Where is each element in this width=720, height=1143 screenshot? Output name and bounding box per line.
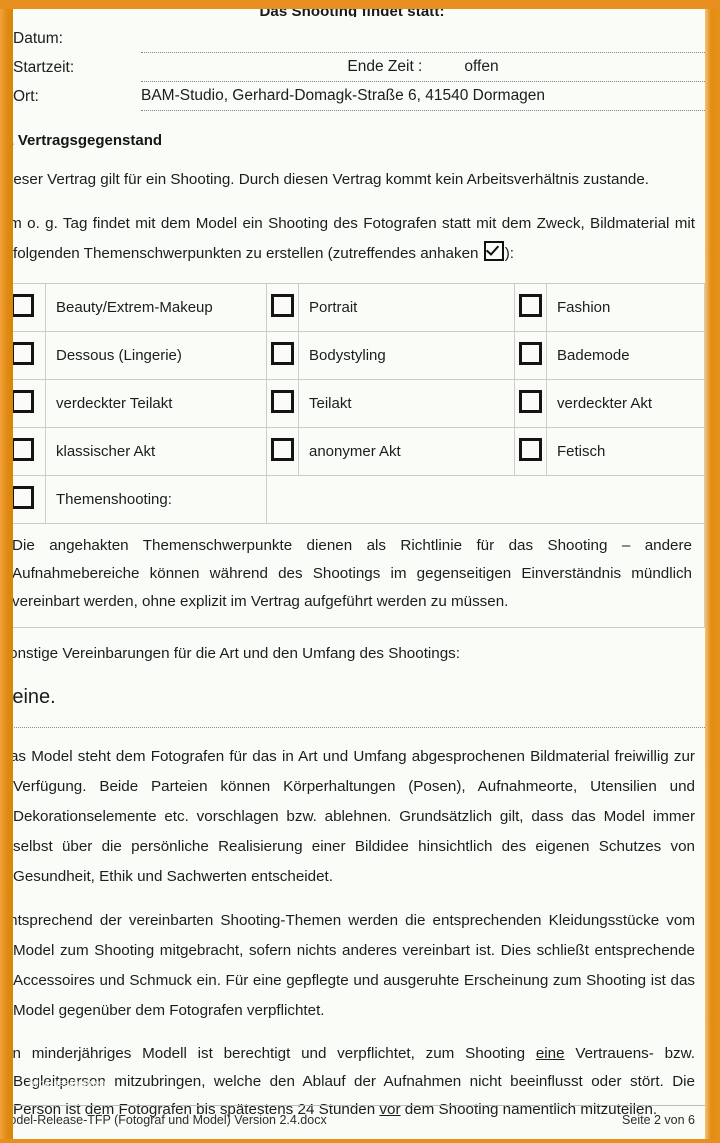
page-border-right [705,0,720,1143]
datum-label: Datum: [13,29,63,47]
checkbox-cell[interactable] [514,379,547,428]
checkbox-cell[interactable] [514,331,547,380]
footer-divider [13,1105,705,1106]
ort-label: Ort: [13,87,39,105]
section-paragraph-2-tail: ): [504,245,515,262]
checkbox-icon[interactable] [13,294,34,317]
document-page: Das Shooting findet statt: Datum: Startz… [0,0,720,1143]
minor-escort-underline-1: eine [535,1045,565,1062]
page-border-left [0,0,13,1143]
misc-agreements-value[interactable]: Keine. [13,684,705,710]
watermark: bildergeschichten [29,1078,106,1088]
checkbox-icon[interactable] [519,294,542,317]
page-border-top [0,0,720,9]
topics-note: Die angehakten Themenschwerpunkte dienen… [13,523,705,628]
table-row: Themenshooting: [13,475,705,524]
datum-value[interactable] [141,24,705,53]
topic-label: klassischer Akt [45,427,267,476]
checkbox-cell[interactable] [266,427,299,476]
checkbox-icon[interactable] [519,438,542,461]
topic-label: anonymer Akt [298,427,515,476]
checkbox-icon[interactable] [519,342,542,365]
minor-escort-part-1: Ein minderjähriges Modell ist berechtigt… [13,1045,536,1062]
ort-value[interactable]: BAM-Studio, Gerhard-Domagk-Straße 6, 415… [141,81,705,111]
startzeit-label: Startzeit: [13,58,75,76]
section-paragraph-2-text: Am o. g. Tag findet mit dem Model ein Sh… [13,215,695,262]
footer-page-number: Seite 2 von 6 [622,1113,695,1127]
page-title: Das Shooting findet statt: [13,9,705,17]
checkbox-icon[interactable] [271,342,294,365]
section-heading: §1 Vertragsgegenstand [13,132,163,149]
checkbox-icon[interactable] [271,390,294,413]
topics-checkbox-table: Beauty/Extrem-Makeup Portrait Fashion De… [13,283,705,524]
page-content: Das Shooting findet statt: Datum: Startz… [13,9,705,1139]
checkbox-icon[interactable] [13,390,34,413]
startzeit-value[interactable]: Ende Zeit : offen [141,52,705,82]
topic-label: Teilakt [298,379,515,428]
topic-label: Dessous (Lingerie) [45,331,267,380]
topic-label: Portrait [298,283,515,332]
checkbox-cell[interactable] [266,283,299,332]
paragraph-clothing: Entsprechend der vereinbarten Shooting-T… [13,912,695,1019]
themenshooting-input[interactable] [266,475,705,524]
checkbox-cell[interactable] [266,331,299,380]
topic-label: Beauty/Extrem-Makeup [45,283,267,332]
table-row: verdeckter Teilakt Teilakt verdeckter Ak… [13,379,705,428]
checkbox-cell[interactable] [13,283,46,332]
checkbox-icon[interactable] [271,294,294,317]
topic-label: Fashion [546,283,705,332]
misc-agreements-label: Sonstige Vereinbarungen für die Art und … [13,645,461,662]
checkbox-icon[interactable] [271,438,294,461]
checkbox-cell[interactable] [13,475,46,524]
table-row: klassischer Akt anonymer Akt Fetisch [13,427,705,476]
table-row: Beauty/Extrem-Makeup Portrait Fashion [13,283,705,332]
section-paragraph-1: Dieser Vertrag gilt für ein Shooting. Du… [13,171,650,188]
checkbox-icon[interactable] [519,390,542,413]
section-paragraph-2: Am o. g. Tag findet mit dem Model ein Sh… [13,209,705,269]
checked-checkbox-icon [483,241,504,261]
footer-filename: Model-Release-TFP (Fotograf und Model) V… [13,1113,327,1127]
checkbox-cell[interactable] [514,283,547,332]
checkbox-icon[interactable] [13,438,34,461]
topic-label: verdeckter Akt [546,379,705,428]
form-row-datum: Datum: [13,24,705,53]
checkbox-icon[interactable] [13,342,34,365]
table-row: Dessous (Lingerie) Bodystyling Bademode [13,331,705,380]
ende-zeit-value[interactable]: offen [464,57,498,76]
checkbox-cell[interactable] [514,427,547,476]
shooting-details-form: Datum: Startzeit: Ende Zeit : offen Ort:… [13,24,705,111]
topic-label: Bodystyling [298,331,515,380]
page-footer: Model-Release-TFP (Fotograf und Model) V… [13,1112,705,1128]
paragraph-model-availability: Das Model steht dem Fotografen für das i… [13,748,695,885]
divider [13,726,705,728]
checkbox-cell[interactable] [13,379,46,428]
form-row-startzeit: Startzeit: Ende Zeit : offen [13,52,705,82]
form-row-ort: Ort: BAM-Studio, Gerhard-Domagk-Straße 6… [13,81,705,111]
checkbox-cell[interactable] [266,379,299,428]
topic-label: Themenshooting: [45,475,267,524]
topic-label: verdeckter Teilakt [45,379,267,428]
checkbox-icon[interactable] [13,486,34,509]
page-border-bottom [0,1139,720,1143]
ende-zeit-label: Ende Zeit : [347,58,423,75]
checkbox-cell[interactable] [13,427,46,476]
checkbox-cell[interactable] [13,331,46,380]
topic-label: Fetisch [546,427,705,476]
topic-label: Bademode [546,331,705,380]
